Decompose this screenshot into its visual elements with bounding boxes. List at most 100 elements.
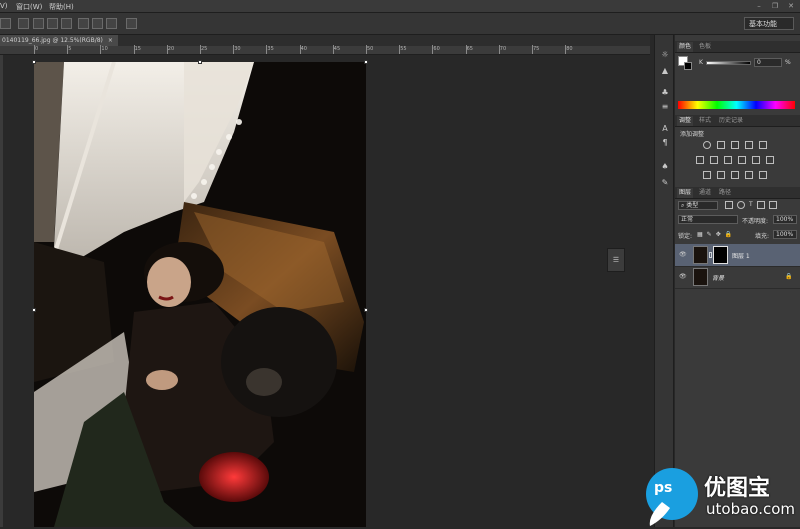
adjustment-sun-icon[interactable]: ☼: [659, 49, 671, 61]
transform-handle[interactable]: [32, 308, 36, 312]
panel-icon-column: ☼ ▲ ♣ ≡ A ¶ ♠ ✎: [654, 35, 674, 527]
menu-item-view[interactable]: V): [0, 2, 8, 10]
ruler-label: 70: [499, 46, 507, 52]
option-button[interactable]: [0, 18, 11, 29]
layers-panel-tabs: 图层 通道 路径: [675, 187, 800, 199]
layer-thumbnail: [693, 268, 708, 286]
close-icon[interactable]: ✕: [786, 1, 796, 10]
layer-row-background[interactable]: 👁 背景 🔒: [675, 266, 800, 289]
filter-type-icon[interactable]: T: [749, 201, 753, 210]
lock-image-icon[interactable]: ✎: [707, 231, 712, 238]
black-white-icon[interactable]: [724, 156, 732, 164]
align-middle-icon[interactable]: [47, 18, 58, 29]
link-icon[interactable]: [709, 252, 712, 258]
layer-name[interactable]: 背景: [712, 273, 724, 282]
paragraph-icon[interactable]: ¶: [659, 137, 671, 149]
vibrance-icon[interactable]: [759, 141, 767, 149]
color-value-field[interactable]: 0: [754, 58, 782, 67]
watermark: ps 优图宝 utobao.com: [640, 466, 800, 527]
color-balance-icon[interactable]: [710, 156, 718, 164]
ruler-tick: [166, 45, 168, 54]
navigator-icon[interactable]: ♣: [659, 87, 671, 99]
layer-thumbnail: [693, 246, 708, 264]
document-canvas-image[interactable]: [34, 62, 366, 527]
selective-color-icon[interactable]: [759, 171, 767, 179]
workspace-switcher[interactable]: 基本功能: [744, 17, 794, 30]
filter-pixel-icon[interactable]: [725, 201, 733, 209]
ruler-label: 25: [201, 46, 208, 52]
tab-channels[interactable]: 通道: [697, 188, 713, 198]
visibility-eye-icon[interactable]: 👁: [679, 273, 687, 281]
close-icon[interactable]: ×: [108, 37, 113, 44]
option-button[interactable]: [18, 18, 29, 29]
tab-color[interactable]: 颜色: [677, 42, 694, 52]
invert-icon[interactable]: [703, 171, 711, 179]
layer-name[interactable]: 图层 1: [732, 251, 750, 260]
filter-adjustment-icon[interactable]: [737, 201, 745, 209]
transform-handle[interactable]: [32, 60, 36, 64]
hue-saturation-icon[interactable]: [696, 156, 704, 164]
ruler-tick: [266, 45, 268, 54]
channel-mixer-icon[interactable]: [752, 156, 760, 164]
transform-handle[interactable]: [364, 60, 368, 64]
transform-handle[interactable]: [364, 308, 368, 312]
ruler-tick: [34, 45, 35, 54]
lock-all-icon[interactable]: 🔒: [725, 231, 732, 238]
tab-styles[interactable]: 样式: [697, 116, 713, 126]
brush-presets-icon[interactable]: ≡: [659, 101, 671, 113]
ruler-tick: [200, 45, 201, 54]
character-icon[interactable]: A: [659, 123, 671, 135]
transform-handle[interactable]: [198, 60, 202, 64]
ruler-label: 20: [167, 46, 175, 52]
align-bottom-icon[interactable]: [61, 18, 72, 29]
opacity-field[interactable]: 100%: [773, 215, 797, 224]
distribute-top-icon[interactable]: [78, 18, 89, 29]
ruler-label: 55: [400, 46, 407, 52]
visibility-eye-icon[interactable]: 👁: [679, 251, 687, 259]
curves-icon[interactable]: [731, 141, 739, 149]
color-spectrum-bar[interactable]: [678, 101, 795, 109]
fill-field[interactable]: 100%: [773, 230, 797, 239]
minimize-icon[interactable]: –: [754, 1, 764, 10]
ruler-tick: [532, 45, 533, 54]
tab-history[interactable]: 历史记录: [717, 116, 745, 126]
distribute-middle-icon[interactable]: [92, 18, 103, 29]
menu-item-help[interactable]: 帮助(H): [49, 2, 74, 12]
lock-position-icon[interactable]: ✥: [716, 231, 721, 238]
ruler-tick: [133, 45, 135, 54]
layer-filter-icons: T: [725, 201, 795, 210]
histogram-icon[interactable]: ▲: [659, 65, 671, 77]
tab-paths[interactable]: 路径: [717, 188, 733, 198]
filter-shape-icon[interactable]: [756, 201, 765, 209]
color-lookup-icon[interactable]: [766, 156, 774, 164]
photo-filter-icon[interactable]: [738, 156, 746, 164]
tab-swatches[interactable]: 色板: [697, 42, 713, 52]
exposure-icon[interactable]: [745, 141, 753, 149]
align-top-icon[interactable]: [33, 18, 44, 29]
posterize-icon[interactable]: [717, 171, 725, 179]
auto-align-icon[interactable]: [126, 18, 137, 29]
restore-icon[interactable]: ❐: [770, 1, 780, 10]
gradient-map-icon[interactable]: [745, 171, 753, 179]
layer-mask-thumbnail[interactable]: [713, 246, 728, 264]
color-slider[interactable]: [706, 61, 751, 65]
threshold-icon[interactable]: [731, 171, 739, 179]
clone-source-icon[interactable]: ♠: [659, 161, 671, 173]
distribute-bottom-icon[interactable]: [106, 18, 117, 29]
tool-presets-icon[interactable]: ✎: [659, 177, 671, 189]
photo-illustration: [34, 62, 366, 527]
lock-icon: 🔒: [785, 273, 793, 280]
menu-item-window[interactable]: 窗口(W): [16, 2, 42, 12]
collapsed-panel-button[interactable]: ☰: [607, 248, 625, 272]
lock-transparent-icon[interactable]: ▦: [697, 231, 703, 238]
layer-filter-select[interactable]: ⌕ 类型: [678, 201, 718, 210]
background-color-swatch[interactable]: [684, 62, 692, 70]
levels-icon[interactable]: [717, 141, 725, 149]
filter-smart-icon[interactable]: [768, 201, 777, 209]
tab-layers[interactable]: 图层: [677, 188, 694, 198]
tab-adjustments[interactable]: 调整: [677, 116, 694, 126]
blend-mode-select[interactable]: 正常: [678, 215, 738, 224]
layer-row-layer1[interactable]: 👁 图层 1: [675, 244, 800, 267]
brightness-icon[interactable]: [703, 141, 711, 149]
ruler-label: 40: [300, 46, 307, 52]
